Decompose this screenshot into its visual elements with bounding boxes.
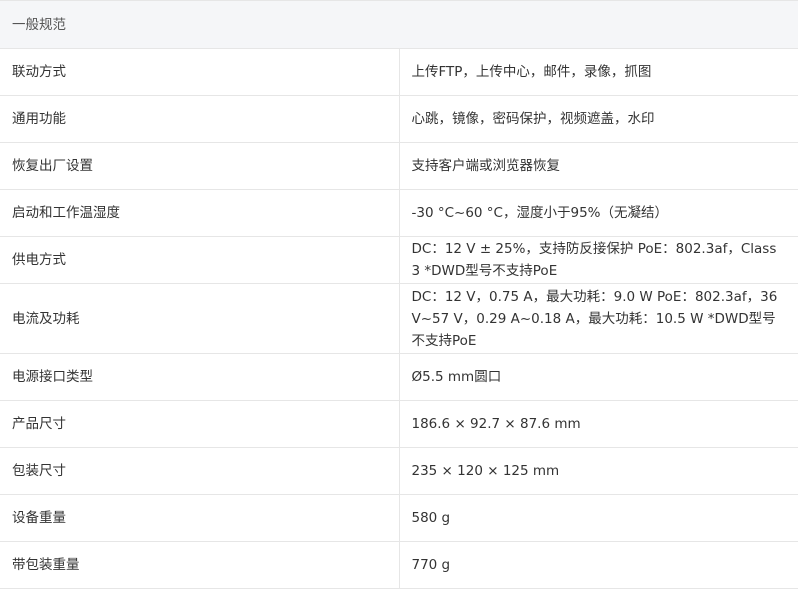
spec-label: 电流及功耗	[0, 283, 400, 354]
spec-label: 包装尺寸	[0, 447, 400, 495]
spec-value-text: DC：12 V，0.75 A，最大功耗：9.0 W PoE：802.3af，36…	[411, 288, 778, 349]
spec-value: -30 °C~60 °C，湿度小于95%（无凝结）	[399, 189, 798, 237]
table-row: 启动和工作温湿度 -30 °C~60 °C，湿度小于95%（无凝结）	[0, 189, 798, 237]
table-row: 带包装重量 770 g	[0, 541, 798, 589]
spec-value: 支持客户端或浏览器恢复	[399, 142, 798, 190]
spec-value: DC：12 V，0.75 A，最大功耗：9.0 W PoE：802.3af，36…	[399, 283, 798, 354]
spec-label: 启动和工作温湿度	[0, 189, 400, 237]
spec-label: 供电方式	[0, 236, 400, 284]
spec-value: 心跳，镜像，密码保护，视频遮盖，水印	[399, 95, 798, 143]
spec-label: 电源接口类型	[0, 353, 400, 401]
spec-value: 770 g	[399, 541, 798, 589]
table-row: 通用功能 心跳，镜像，密码保护，视频遮盖，水印	[0, 95, 798, 143]
spec-label: 联动方式	[0, 48, 400, 96]
table-row: 设备重量 580 g	[0, 494, 798, 542]
spec-value: DC：12 V ± 25%，支持防反接保护 PoE：802.3af，Class …	[399, 236, 798, 284]
spec-value: Ø5.5 mm圆口	[399, 353, 798, 401]
spec-label: 恢复出厂设置	[0, 142, 400, 190]
table-row: 产品尺寸 186.6 × 92.7 × 87.6 mm	[0, 400, 798, 448]
table-row: 包装尺寸 235 × 120 × 125 mm	[0, 447, 798, 495]
table-row: 供电方式 DC：12 V ± 25%，支持防反接保护 PoE：802.3af，C…	[0, 236, 798, 284]
spec-label: 带包装重量	[0, 541, 400, 589]
section-title: 一般规范	[0, 0, 798, 49]
spec-label: 通用功能	[0, 95, 400, 143]
spec-value: 580 g	[399, 494, 798, 542]
section-header-row: 一般规范	[0, 0, 798, 49]
table-row: 电源接口类型 Ø5.5 mm圆口	[0, 353, 798, 401]
table-row: 恢复出厂设置 支持客户端或浏览器恢复	[0, 142, 798, 190]
spec-label: 设备重量	[0, 494, 400, 542]
table-row: 联动方式 上传FTP，上传中心，邮件，录像，抓图	[0, 48, 798, 96]
spec-value: 186.6 × 92.7 × 87.6 mm	[399, 400, 798, 448]
spec-value: 上传FTP，上传中心，邮件，录像，抓图	[399, 48, 798, 96]
spec-value: 235 × 120 × 125 mm	[399, 447, 798, 495]
table-row: 电流及功耗 DC：12 V，0.75 A，最大功耗：9.0 W PoE：802.…	[0, 283, 798, 354]
spec-label: 产品尺寸	[0, 400, 400, 448]
spec-table: 一般规范 联动方式 上传FTP，上传中心，邮件，录像，抓图 通用功能 心跳，镜像…	[0, 0, 798, 589]
